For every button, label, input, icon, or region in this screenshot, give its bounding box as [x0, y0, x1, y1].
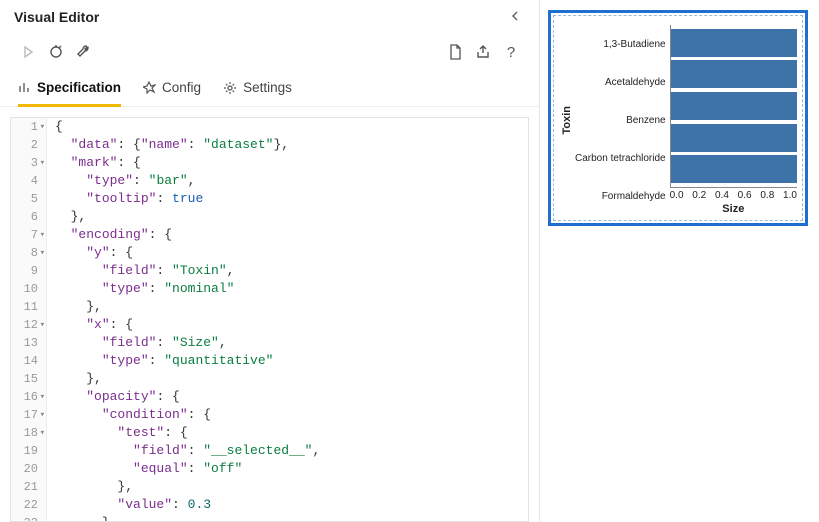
chart-category-label: Formaldehyde: [575, 191, 666, 202]
code-line[interactable]: 22 "value": 0.3: [11, 496, 528, 514]
chart-x-tick: 0.6: [738, 190, 752, 201]
code-line[interactable]: 6 },: [11, 208, 528, 226]
code-editor[interactable]: 1▾{2 "data": {"name": "dataset"},3▾ "mar…: [10, 117, 529, 522]
code-line[interactable]: 3▾ "mark": {: [11, 154, 528, 172]
chart-x-tick: 1.0: [783, 190, 797, 201]
chart-bar[interactable]: [671, 60, 797, 88]
chart-y-categories: 1,3-Butadiene Acetaldehyde Benzene Carbon t…: [575, 25, 670, 215]
editor-toolbar: ?: [0, 34, 539, 72]
chart-x-tick: 0.0: [670, 190, 684, 201]
code-line[interactable]: 17▾ "condition": {: [11, 406, 528, 424]
code-line[interactable]: 4 "type": "bar",: [11, 172, 528, 190]
chart-category-label: Carbon tetrachloride: [575, 153, 666, 164]
tab-config[interactable]: Config: [143, 72, 201, 107]
tab-specification[interactable]: Specification: [18, 72, 121, 107]
code-line[interactable]: 12▾ "x": {: [11, 316, 528, 334]
code-line[interactable]: 9 "field": "Toxin",: [11, 262, 528, 280]
code-line[interactable]: 7▾ "encoding": {: [11, 226, 528, 244]
chart-x-tick: 0.8: [760, 190, 774, 201]
code-line[interactable]: 23 }: [11, 514, 528, 522]
code-line[interactable]: 15 },: [11, 370, 528, 388]
chart-bar[interactable]: [671, 155, 797, 183]
chart-bar[interactable]: [671, 124, 797, 152]
chart-x-axis-label: Size: [670, 201, 797, 215]
code-line[interactable]: 11 },: [11, 298, 528, 316]
help-button[interactable]: ?: [497, 38, 525, 66]
code-line[interactable]: 19 "field": "__selected__",: [11, 442, 528, 460]
code-line[interactable]: 14 "type": "quantitative": [11, 352, 528, 370]
export-button[interactable]: [469, 38, 497, 66]
collapse-panel-button[interactable]: [503, 7, 527, 27]
new-spec-button[interactable]: [441, 38, 469, 66]
code-line[interactable]: 2 "data": {"name": "dataset"},: [11, 136, 528, 154]
code-line[interactable]: 13 "field": "Size",: [11, 334, 528, 352]
code-line[interactable]: 21 },: [11, 478, 528, 496]
code-line[interactable]: 20 "equal": "off": [11, 460, 528, 478]
reparse-button[interactable]: [42, 38, 70, 66]
chart-category-label: 1,3-Butadiene: [575, 39, 666, 50]
code-line[interactable]: 1▾{: [11, 118, 528, 136]
code-line[interactable]: 5 "tooltip": true: [11, 190, 528, 208]
code-line[interactable]: 8▾ "y": {: [11, 244, 528, 262]
panel-title: Visual Editor: [14, 9, 99, 25]
chart-bars: [670, 25, 797, 188]
editor-tabs: Specification Config Settings: [0, 72, 539, 107]
chart-y-axis-label: Toxin: [559, 106, 575, 135]
chart-container[interactable]: Toxin 1,3-Butadiene Acetaldehyde Benzene Ca…: [548, 10, 808, 226]
editor-pane: Visual Editor ? Specification Conf: [0, 0, 540, 522]
chart-x-ticks: 0.0 0.2 0.4 0.6 0.8 1.0: [670, 188, 797, 201]
editor-header: Visual Editor: [0, 0, 539, 34]
chart-category-label: Acetaldehyde: [575, 77, 666, 88]
chart-category-label: Benzene: [575, 115, 666, 126]
tab-label: Config: [162, 80, 201, 95]
chart-bar[interactable]: [671, 92, 797, 120]
chart-x-tick: 0.2: [692, 190, 706, 201]
code-line[interactable]: 10 "type": "nominal": [11, 280, 528, 298]
tab-label: Specification: [37, 80, 121, 95]
chart-bar[interactable]: [671, 29, 797, 57]
repair-button[interactable]: [70, 38, 98, 66]
tab-settings[interactable]: Settings: [223, 72, 292, 107]
code-line[interactable]: 18▾ "test": {: [11, 424, 528, 442]
chart-x-tick: 0.4: [715, 190, 729, 201]
code-line[interactable]: 16▾ "opacity": {: [11, 388, 528, 406]
preview-pane: Toxin 1,3-Butadiene Acetaldehyde Benzene Ca…: [540, 0, 819, 522]
run-button[interactable]: [14, 38, 42, 66]
tab-label: Settings: [243, 80, 292, 95]
